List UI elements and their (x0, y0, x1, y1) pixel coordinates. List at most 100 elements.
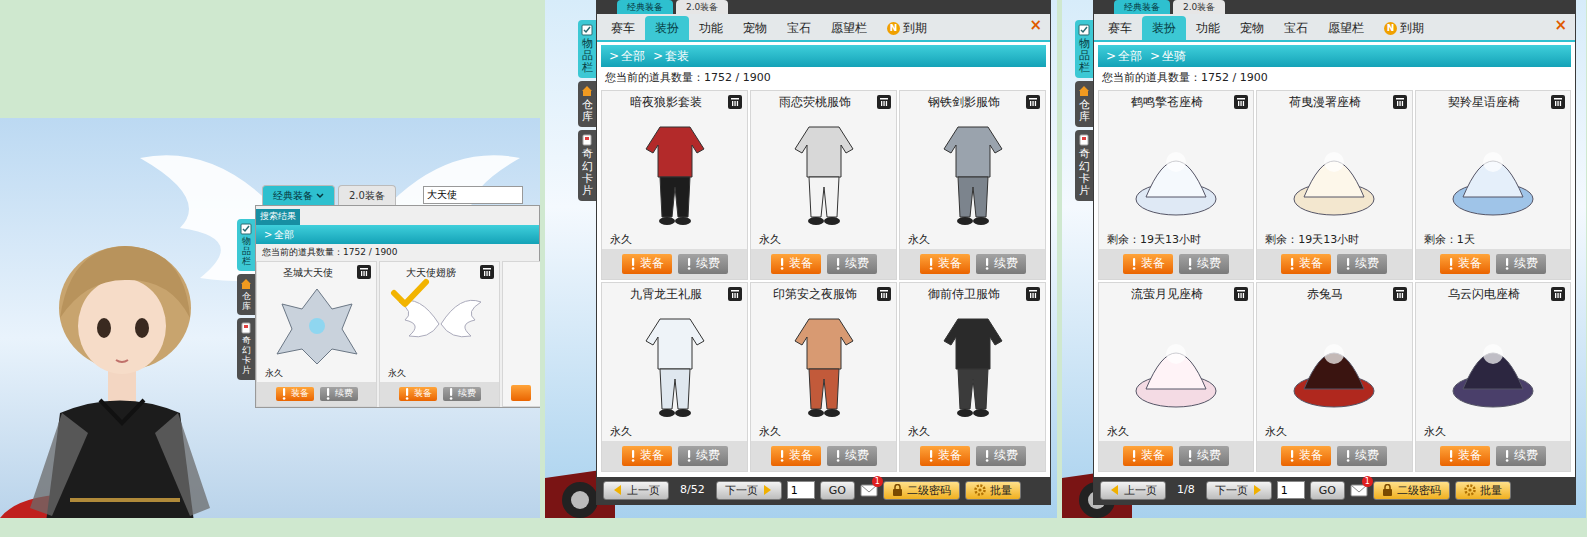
prev-page-button[interactable]: 上一页 (1100, 481, 1166, 500)
password-button[interactable]: 二级密码 (883, 481, 960, 500)
menu-tab-label[interactable]: 愿望栏 (1328, 19, 1364, 37)
delete-icon[interactable] (1550, 94, 1566, 110)
category-tab-label[interactable]: 经典装备 (627, 0, 663, 14)
equip-button[interactable]: 装备 (1440, 254, 1490, 274)
item-card[interactable]: 雨恋荧桃服饰永久装备续费 (750, 90, 897, 280)
renew-button[interactable]: 续费 (1496, 254, 1546, 274)
category-tab[interactable]: 2.0装备 (338, 185, 396, 205)
go-button[interactable]: GO (820, 481, 855, 500)
next-page-button[interactable]: 下一页 (716, 481, 782, 500)
side-tab[interactable]: 奇幻卡片 (1075, 130, 1093, 200)
category-tab-label[interactable]: 2.0装备 (1183, 0, 1215, 14)
renew-button[interactable]: 续费 (678, 446, 728, 466)
renew-button[interactable]: 续费 (976, 254, 1026, 274)
renew-button[interactable]: 续费 (1179, 254, 1229, 274)
equip-button[interactable]: 装备 (1123, 446, 1173, 466)
menu-tab-label[interactable]: 赛车 (1108, 19, 1132, 37)
search-field[interactable] (423, 186, 523, 204)
equip-button[interactable]: 装备 (1440, 446, 1490, 466)
delete-icon[interactable] (1233, 94, 1249, 110)
item-card[interactable]: 契羚星语座椅剩余：1天装备续费 (1415, 90, 1571, 280)
breadcrumb-item[interactable]: >全部 (1106, 47, 1142, 65)
menu-tab[interactable]: N到期 (877, 16, 937, 40)
category-tab[interactable]: 经典装备 (1114, 0, 1170, 14)
delete-icon[interactable] (1025, 94, 1041, 110)
password-button[interactable]: 二级密码 (1373, 481, 1450, 500)
equip-button[interactable]: 装备 (622, 254, 672, 274)
item-card[interactable]: 圣城大天使永久装备续费 (256, 261, 377, 407)
category-tab[interactable]: 2.0装备 (1173, 0, 1225, 14)
side-tab-label[interactable]: 仓库 (242, 292, 251, 312)
equip-button[interactable]: 装备 (1281, 446, 1331, 466)
dropdown-icon[interactable] (316, 192, 324, 199)
equip-button-partial[interactable] (511, 385, 531, 401)
side-tab-label[interactable]: 仓库 (1079, 99, 1090, 123)
menu-tab-label[interactable]: 装扮 (655, 19, 679, 37)
side-tab[interactable]: 奇幻卡片 (237, 318, 255, 380)
menu-tab-label[interactable]: 宠物 (743, 19, 767, 37)
menu-tab-label[interactable]: 装扮 (1152, 19, 1176, 37)
delete-icon[interactable] (876, 94, 892, 110)
category-tab-label[interactable]: 2.0装备 (686, 0, 718, 14)
item-card[interactable]: 九霄龙王礼服永久装备续费 (601, 282, 748, 472)
close-button[interactable]: × (1550, 16, 1571, 40)
side-tab[interactable]: 物品栏 (237, 219, 255, 271)
renew-button[interactable]: 续费 (827, 254, 877, 274)
side-tab[interactable]: 物品栏 (578, 20, 596, 78)
menu-tab-label[interactable]: 宝石 (787, 19, 811, 37)
menu-tab[interactable]: N到期 (1374, 16, 1434, 40)
menu-tab[interactable]: 宠物 (733, 16, 777, 40)
menu-tab[interactable]: 宝石 (777, 16, 821, 40)
renew-button[interactable]: 续费 (1337, 254, 1387, 274)
batch-button[interactable]: 批量 (965, 481, 1021, 500)
category-tab-label[interactable]: 2.0装备 (349, 188, 385, 203)
menu-tab[interactable]: 功能 (689, 16, 733, 40)
delete-icon[interactable] (1392, 94, 1408, 110)
breadcrumb-label[interactable]: 全部 (621, 47, 645, 65)
delete-icon[interactable] (1025, 286, 1041, 302)
side-tab[interactable]: 仓库 (237, 274, 255, 316)
item-card[interactable]: 鹤鸣擎苍座椅剩余：19天13小时装备续费 (1098, 90, 1254, 280)
breadcrumb-label[interactable]: 套装 (665, 47, 689, 65)
menu-tab[interactable]: 愿望栏 (1318, 16, 1374, 40)
renew-button[interactable]: 续费 (1496, 446, 1546, 466)
menu-tab[interactable]: 装扮 (645, 16, 689, 40)
batch-button[interactable]: 批量 (1455, 481, 1511, 500)
equip-button[interactable]: 装备 (622, 446, 672, 466)
renew-button[interactable]: 续费 (443, 387, 481, 401)
menu-tab-label[interactable]: 到期 (903, 19, 927, 37)
menu-tab[interactable]: 宝石 (1274, 16, 1318, 40)
item-card[interactable]: 暗夜狼影套装永久装备续费 (601, 90, 748, 280)
menu-tab-label[interactable]: 宠物 (1240, 19, 1264, 37)
renew-button[interactable]: 续费 (1179, 446, 1229, 466)
menu-tab-label[interactable]: 宝石 (1284, 19, 1308, 37)
category-tab-label[interactable]: 经典装备 (1124, 0, 1160, 14)
side-tab-label[interactable]: 物品栏 (242, 237, 251, 267)
side-tab-label[interactable]: 奇幻卡片 (1079, 148, 1090, 196)
item-card[interactable]: 流萤月见座椅永久装备续费 (1098, 282, 1254, 472)
delete-icon[interactable] (1550, 286, 1566, 302)
page-input[interactable] (787, 481, 815, 499)
breadcrumb-item[interactable]: >坐骑 (1150, 47, 1186, 65)
renew-button[interactable]: 续费 (678, 254, 728, 274)
side-tab[interactable]: 奇幻卡片 (578, 130, 596, 200)
category-tab[interactable]: 2.0装备 (676, 0, 728, 14)
item-card[interactable]: 荷曳漫署座椅剩余：19天13小时装备续费 (1256, 90, 1412, 280)
side-tab[interactable]: 仓库 (578, 81, 596, 127)
category-tab[interactable]: 经典装备 (262, 185, 335, 205)
category-tab[interactable]: 经典装备 (617, 0, 673, 14)
equip-button[interactable]: 装备 (276, 387, 314, 401)
side-tab-label[interactable]: 物品栏 (1079, 38, 1090, 74)
item-card[interactable]: 乌云闪电座椅永久装备续费 (1415, 282, 1571, 472)
page-input[interactable] (1277, 481, 1305, 499)
close-button[interactable]: × (1025, 16, 1046, 40)
renew-button[interactable]: 续费 (1337, 446, 1387, 466)
breadcrumb-item[interactable]: >全部 (264, 227, 294, 242)
go-button[interactable]: GO (1310, 481, 1345, 500)
menu-tab[interactable]: 宠物 (1230, 16, 1274, 40)
equip-button[interactable]: 装备 (399, 387, 437, 401)
equip-button[interactable]: 装备 (1281, 254, 1331, 274)
side-tab[interactable]: 物品栏 (1075, 20, 1093, 78)
menu-tab-label[interactable]: 功能 (1196, 19, 1220, 37)
menu-tab[interactable]: 愿望栏 (821, 16, 877, 40)
